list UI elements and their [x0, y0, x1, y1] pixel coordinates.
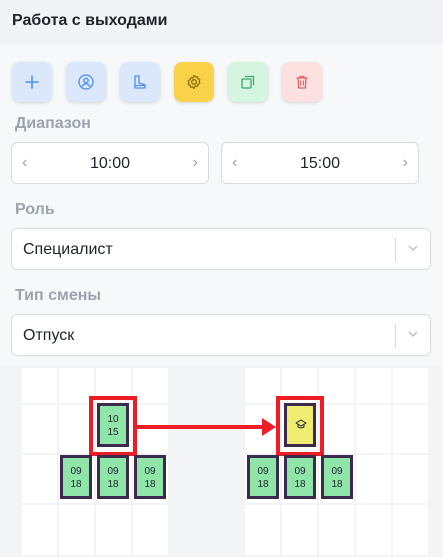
grid-cell [133, 405, 168, 453]
select-divider [395, 324, 396, 348]
chevron-down-icon [408, 331, 418, 337]
chevron-right-icon[interactable]: › [193, 154, 198, 172]
grid-cell [245, 368, 280, 403]
range-end-input[interactable]: ‹ 15:00 › [221, 142, 419, 184]
grid-cell [319, 405, 354, 453]
add-button[interactable] [12, 62, 52, 102]
shift-start: 09 [107, 466, 119, 477]
shift-start: 09 [294, 466, 306, 477]
settings-button[interactable] [174, 62, 214, 102]
shift-type-value: Отпуск [23, 327, 75, 344]
grid-cell [393, 505, 428, 555]
grid-cell [96, 505, 131, 555]
role-label: Роль [15, 201, 55, 218]
shift-end: 18 [144, 479, 156, 490]
grid-cell [245, 505, 280, 555]
shift-end: 18 [294, 479, 306, 490]
grid-cell [282, 505, 317, 555]
grid-cell [319, 368, 354, 403]
shift-end: 18 [107, 479, 119, 490]
shift-type-select[interactable]: Отпуск [11, 314, 431, 356]
shift-end: 18 [331, 479, 343, 490]
shift-start: 09 [70, 466, 82, 477]
range-start-input[interactable]: ‹ 10:00 › [11, 142, 209, 184]
user-circle-icon [78, 74, 94, 90]
grid-cell [22, 405, 57, 453]
grid-cell [356, 455, 391, 503]
shift-end: 18 [257, 479, 269, 490]
shift-cell[interactable]: 09 18 [284, 455, 316, 499]
boot-button[interactable] [120, 62, 160, 102]
transition-arrow [137, 425, 265, 429]
grid-cell [59, 505, 94, 555]
chevron-right-icon[interactable]: › [403, 154, 408, 172]
grid-cell [393, 405, 428, 453]
grid-cell [22, 455, 57, 503]
shift-cell[interactable]: 09 18 [97, 455, 129, 499]
select-divider [395, 238, 396, 262]
shift-cell[interactable]: 09 18 [134, 455, 166, 499]
delete-button[interactable] [282, 62, 322, 102]
page-title: Работа с выходами [12, 12, 168, 29]
grid-cell [356, 505, 391, 555]
grid-cell [393, 368, 428, 403]
vacation-icon [295, 419, 307, 429]
arrow-head-icon [262, 418, 276, 436]
shift-cell[interactable]: 09 18 [60, 455, 92, 499]
gear-icon [187, 74, 201, 90]
range-label: Диапазон [15, 115, 91, 132]
copy-button[interactable] [228, 62, 268, 102]
grid-cell [356, 368, 391, 403]
trash-icon [296, 75, 308, 89]
shift-end: 15 [107, 427, 119, 438]
grid-cell [133, 368, 168, 403]
range-start-value: 10:00 [89, 155, 131, 172]
shift-start: 09 [144, 466, 156, 477]
grid-cell [319, 505, 354, 555]
header: Работа с выходами [0, 0, 443, 44]
boot-icon [134, 75, 146, 89]
shift-cell[interactable]: 10 15 [97, 403, 129, 447]
plus-icon [25, 75, 39, 89]
grid-cell [133, 505, 168, 555]
shift-start: 09 [257, 466, 269, 477]
shift-cell[interactable]: 09 18 [321, 455, 353, 499]
grid-cell [22, 505, 57, 555]
grid-cell [22, 368, 57, 403]
shift-cell[interactable]: 09 18 [247, 455, 279, 499]
shift-start: 10 [107, 414, 119, 425]
vacation-shift-cell[interactable] [284, 403, 316, 447]
role-select[interactable]: Специалист [11, 228, 431, 270]
grid-cell [356, 405, 391, 453]
shift-start: 09 [331, 466, 343, 477]
copy-icon [241, 75, 255, 89]
chevron-down-icon [408, 245, 418, 251]
role-value: Специалист [23, 241, 113, 258]
shift-type-label: Тип смены [15, 287, 102, 304]
assign-user-button[interactable] [66, 62, 106, 102]
grid-cell [393, 455, 428, 503]
range-end-value: 15:00 [299, 155, 341, 172]
shift-end: 18 [70, 479, 82, 490]
